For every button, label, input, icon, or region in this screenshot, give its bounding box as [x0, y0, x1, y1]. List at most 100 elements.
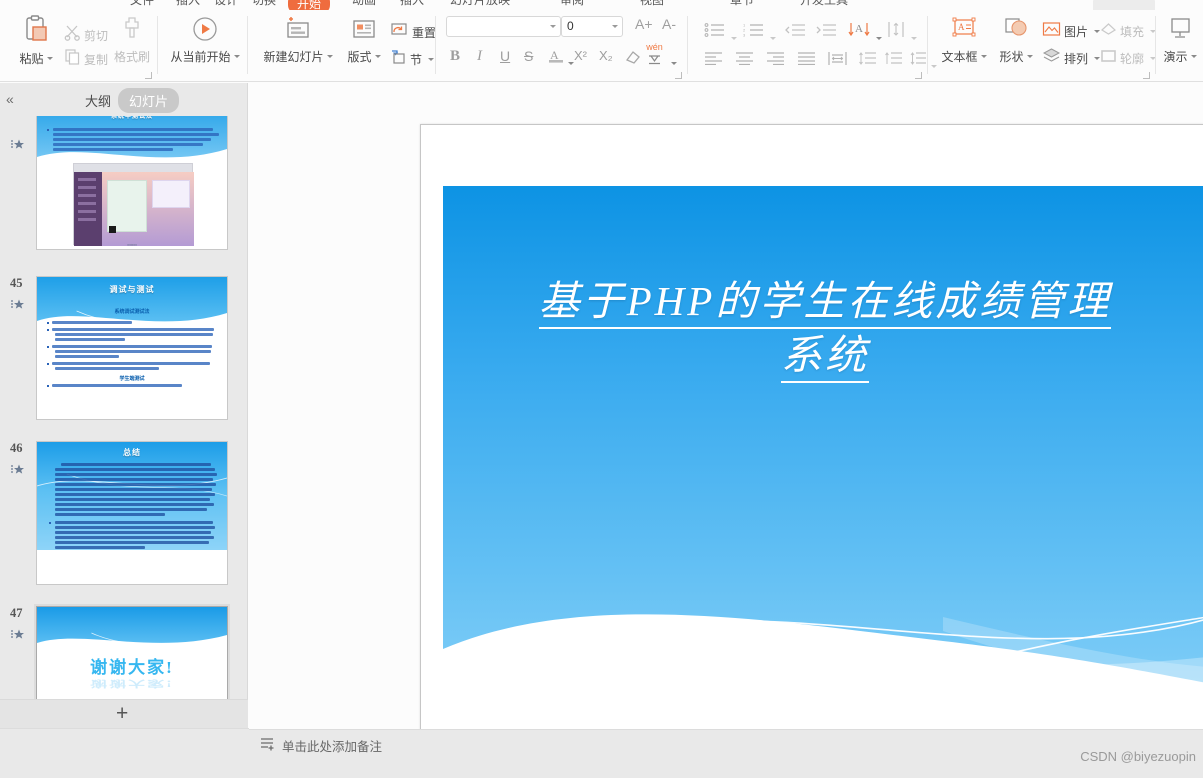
cut-button[interactable]: 剪切 [64, 24, 108, 46]
slide-thumbnail-selected[interactable]: 谢谢大家! 谢谢大家! [34, 604, 230, 699]
slide-thumbnail[interactable]: 总结 [36, 441, 228, 585]
fill-button[interactable]: 填充 [1100, 21, 1157, 42]
font-name-combo[interactable] [446, 16, 561, 37]
shrink-font-button[interactable]: A- [662, 16, 676, 32]
thumb-title: 系统中测试法 [110, 116, 153, 120]
ribbon-tab-overflow[interactable] [1093, 0, 1155, 10]
ribbon-group-drawing: A 文本框 形状 图片 填充 排列 轮廓 [928, 10, 1157, 82]
line-spacing-button[interactable] [910, 51, 926, 71]
justify-button[interactable] [797, 52, 816, 70]
increase-indent-button[interactable] [815, 23, 836, 42]
ribbon-tab-3[interactable]: 切换 [252, 0, 276, 8]
italic-button[interactable]: I [477, 48, 482, 65]
bold-button[interactable]: B [450, 48, 460, 65]
ribbon-tab-file[interactable]: 文件 [130, 0, 154, 8]
reset-icon [390, 21, 409, 43]
chevron-down-icon[interactable] [668, 55, 677, 73]
arrange-button[interactable]: 排列 [1042, 48, 1101, 69]
align-right-button[interactable] [766, 52, 785, 70]
picture-button[interactable]: 图片 [1042, 21, 1101, 42]
decrease-indent-button[interactable] [784, 23, 805, 42]
slide-number: 47 [10, 606, 23, 620]
space-before-button[interactable] [858, 51, 877, 71]
space-after-button[interactable] [884, 51, 903, 71]
subscript-button[interactable]: X₂ [599, 48, 613, 63]
strikethrough-button[interactable]: S [524, 48, 533, 64]
ribbon-tab-1[interactable]: 插入 [176, 0, 200, 8]
grow-font-button[interactable]: A+ [635, 16, 653, 32]
ribbon-tab-2[interactable]: 设计 [214, 0, 238, 8]
list-item[interactable]: 系统中测试法 ▪▪▪▪▪▪▪▪ [11, 116, 228, 250]
list-item[interactable]: 47 谢谢大家! 谢谢大家! [10, 604, 230, 699]
pinyin-guide-button[interactable]: wén [646, 43, 663, 70]
ribbon-tab-7[interactable]: 幻灯片放映 [450, 0, 510, 8]
drawing-dialog-launcher[interactable] [1143, 72, 1150, 79]
start-from-current-button[interactable]: 从当前开始 [164, 15, 246, 66]
list-item[interactable]: 45 调试与测试 系统调试测试法 学生端测试 [10, 276, 228, 420]
ribbon-group-present: 演示 [1156, 10, 1203, 82]
slide-thumbnail[interactable]: 调试与测试 系统调试测试法 学生端测试 [36, 276, 228, 420]
ribbon-tab-8[interactable]: 审阅 [560, 0, 584, 8]
chevron-down-icon[interactable] [728, 30, 737, 48]
copy-button[interactable]: 复制 [64, 48, 108, 70]
underline-button[interactable]: U [500, 48, 510, 64]
slide-thumbnail-list[interactable]: 系统中测试法 ▪▪▪▪▪▪▪▪ 45 调试与测试 系统调试测试法 学生端测试 4… [0, 116, 248, 699]
play-circle-icon [164, 15, 246, 48]
text-box-button[interactable]: A 文本框 [936, 15, 992, 66]
chevron-down-icon[interactable] [767, 30, 776, 48]
tab-outline[interactable]: 大纲 [74, 88, 122, 113]
distribute-button[interactable] [828, 51, 847, 71]
present-button[interactable]: 演示 [1158, 15, 1202, 66]
section-button[interactable]: 节 [390, 48, 435, 70]
bullets-button[interactable] [704, 23, 725, 42]
ribbon-tab-11[interactable]: 开发工具 [800, 0, 848, 8]
reset-button[interactable]: 重置 [390, 21, 436, 43]
new-slide-button[interactable]: 新建幻灯片 [256, 15, 340, 66]
add-slide-bar[interactable]: + [0, 699, 248, 728]
numbering-button[interactable]: 123 [743, 23, 764, 42]
slide-title-line2: 系统 [781, 332, 869, 383]
shapes-button[interactable]: 形状 [994, 15, 1038, 66]
copy-label: 复制 [84, 52, 109, 67]
superscript-button[interactable]: X² [574, 48, 587, 63]
paragraph-dialog-launcher[interactable] [915, 72, 922, 79]
text-direction-button[interactable]: A [848, 20, 870, 44]
layout-button[interactable]: 版式 [342, 15, 386, 66]
ribbon-tab-9[interactable]: 视图 [640, 0, 664, 8]
ribbon-group-font: 0 A+ A- B I U S A X² X₂ wén [436, 10, 688, 82]
font-dialog-launcher[interactable] [675, 72, 682, 79]
chevron-down-icon[interactable] [873, 30, 882, 48]
slide-navigator-panel: « 大纲 幻灯片 系统中测试法 ▪▪▪▪▪▪▪▪ 45 调试与测试 系统调试测试… [0, 83, 248, 778]
chevron-down-icon[interactable] [565, 55, 574, 73]
thumbnail-scrollbar-track[interactable] [233, 199, 242, 778]
slide-frame[interactable]: 基于PHP的学生在线成绩管理 系统 [420, 124, 1203, 769]
collapse-panel-icon[interactable]: « [6, 91, 14, 107]
paste-button[interactable]: 粘贴 [8, 15, 64, 68]
ribbon-tab-5[interactable]: 动画 [352, 0, 376, 8]
chevron-down-icon[interactable] [908, 30, 917, 48]
present-label: 演示 [1163, 50, 1188, 64]
notes-pane[interactable]: 单击此处添加备注 [249, 729, 1203, 757]
slide-thumbnail[interactable]: 系统中测试法 ▪▪▪▪▪▪▪▪ [36, 116, 228, 250]
outline-button[interactable]: 轮廓 [1100, 48, 1157, 69]
clipboard-dialog-launcher[interactable] [145, 72, 152, 79]
notes-icon [260, 737, 276, 756]
clear-format-button[interactable] [624, 48, 642, 71]
slide-number: 46 [10, 441, 23, 455]
slide-title-placeholder[interactable]: 基于PHP的学生在线成绩管理 系统 [443, 274, 1203, 383]
font-size-combo[interactable]: 0 [561, 16, 623, 37]
align-left-button[interactable] [704, 52, 723, 70]
format-painter-button[interactable]: 格式刷 [108, 15, 156, 66]
outline-label: 轮廓 [1120, 52, 1145, 66]
ribbon-tab-10[interactable]: 章节 [730, 0, 754, 8]
align-text-button[interactable] [887, 21, 905, 43]
slide-canvas[interactable]: 基于PHP的学生在线成绩管理 系统 [443, 186, 1203, 759]
font-color-button[interactable]: A [548, 47, 564, 68]
new-slide-label: 新建幻灯片 [263, 50, 324, 64]
list-item[interactable]: 46 总结 [10, 441, 228, 585]
align-center-button[interactable] [735, 52, 754, 70]
add-slide-button[interactable]: + [116, 703, 128, 725]
ribbon-tab-6[interactable]: 插入 [400, 0, 424, 8]
tab-slides[interactable]: 幻灯片 [118, 88, 180, 113]
ribbon-tab-active[interactable]: 开始 [288, 0, 331, 10]
